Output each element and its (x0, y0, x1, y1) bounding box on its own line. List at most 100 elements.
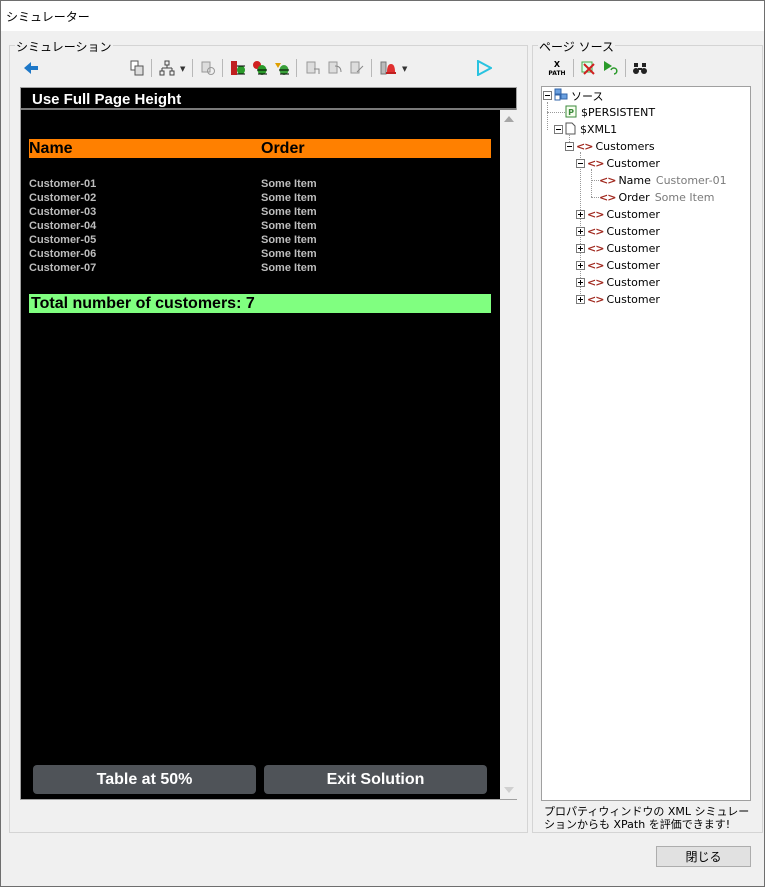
cell-name: Customer-01 (29, 178, 97, 190)
cell-name: Customer-06 (29, 248, 97, 260)
refresh-disabled-icon[interactable] (199, 59, 217, 77)
cell-order: Some Item (261, 248, 317, 260)
tree-connector (591, 180, 599, 181)
collapse-icon[interactable] (554, 125, 563, 134)
tree-node-persistent[interactable]: P $PERSISTENT (565, 105, 655, 120)
customer-table: Customer-01 Some Item Customer-02 Some Ite… (29, 178, 491, 276)
tree-node-customer[interactable]: <> Customer (576, 224, 660, 239)
simulator-screen: Use Full Page Height Name Order Customer… (20, 87, 517, 800)
step-out-icon[interactable] (348, 59, 366, 77)
tree-label: Customer (606, 242, 660, 255)
toolbar-separator (371, 59, 372, 77)
expand-icon[interactable] (576, 210, 585, 219)
tree-node-customer-expanded[interactable]: <> Customer (576, 156, 660, 171)
tree-label: Customer (606, 225, 660, 238)
tree-label: Customer (606, 276, 660, 289)
source-root-icon (554, 88, 568, 104)
page-source-group-label: ページ ソース (538, 38, 615, 55)
table-at-50-button[interactable]: Table at 50% (33, 765, 256, 794)
expand-icon[interactable] (576, 295, 585, 304)
tree-node-name[interactable]: <> Name Customer-01 (599, 173, 727, 188)
tree-node-customer[interactable]: <> Customer (576, 241, 660, 256)
element-icon: <> (576, 140, 593, 153)
toolbar-separator (625, 59, 626, 77)
step-over-icon[interactable] (326, 59, 344, 77)
column-header-order: Order (261, 140, 305, 157)
source-tree[interactable]: ソース P $PERSISTENT $XML1 <> Customers <> … (541, 86, 751, 801)
tree-node-order[interactable]: <> Order Some Item (599, 190, 714, 205)
persistent-tree-icon: P (565, 105, 577, 121)
binoculars-icon[interactable] (631, 59, 649, 77)
tree-label: Customer (606, 208, 660, 221)
play-icon[interactable] (475, 59, 493, 77)
tree-node-customer[interactable]: <> Customer (576, 275, 660, 290)
tree-label: $PERSISTENT (581, 106, 656, 119)
bug-breakpoint-icon[interactable] (251, 59, 269, 77)
bug-step-icon[interactable] (273, 59, 291, 77)
scroll-up-icon[interactable] (504, 116, 514, 122)
table-row: Customer-02 Some Item (29, 192, 491, 206)
toolbar-separator (192, 59, 193, 77)
tree-label: Customer (606, 293, 660, 306)
expand-icon[interactable] (576, 244, 585, 253)
tree-node-customer[interactable]: <> Customer (576, 258, 660, 273)
step-into-icon[interactable] (304, 59, 322, 77)
device-switch-icon[interactable] (128, 59, 146, 77)
vertical-scrollbar[interactable] (500, 110, 517, 799)
element-icon: <> (599, 191, 616, 204)
svg-text:X: X (554, 60, 561, 69)
expand-icon[interactable] (576, 227, 585, 236)
simulator-window: シミュレーター シミュレーション ▼ ▼ Use Full Page Heigh… (0, 0, 765, 887)
hierarchy-icon[interactable] (158, 59, 176, 77)
collapse-icon[interactable] (565, 142, 574, 151)
cell-name: Customer-02 (29, 192, 97, 204)
xpath-icon[interactable]: X PATH (547, 59, 567, 77)
cell-order: Some Item (261, 262, 317, 274)
window-title: シミュレーター (6, 10, 90, 24)
scroll-down-icon[interactable] (504, 787, 514, 793)
table-row: Customer-04 Some Item (29, 220, 491, 234)
cell-name: Customer-05 (29, 234, 97, 246)
back-arrow-icon[interactable] (22, 59, 40, 77)
table-row: Customer-05 Some Item (29, 234, 491, 248)
expand-icon[interactable] (576, 261, 585, 270)
tree-node-source[interactable]: ソース (543, 88, 603, 103)
cell-order: Some Item (261, 192, 317, 204)
toolbar-separator (573, 59, 574, 77)
tree-node-xml1[interactable]: $XML1 (554, 122, 617, 137)
evaluate-xpath-icon[interactable] (601, 59, 619, 77)
element-icon: <> (587, 157, 604, 170)
tree-label: Name (618, 174, 651, 187)
bell-icon[interactable] (379, 59, 397, 77)
element-icon: <> (587, 208, 604, 221)
svg-text:PATH: PATH (548, 70, 565, 77)
page-source-toolbar: X PATH (541, 56, 751, 82)
chevron-down-icon[interactable]: ▼ (402, 65, 407, 73)
toolbar-separator (222, 59, 223, 77)
collapse-icon[interactable] (543, 91, 552, 100)
tree-label: Order (618, 191, 650, 204)
clear-xpath-icon[interactable] (579, 59, 597, 77)
document-icon (565, 122, 576, 138)
collapse-icon[interactable] (576, 159, 585, 168)
chevron-down-icon[interactable]: ▼ (180, 65, 185, 73)
tree-connector (591, 169, 592, 197)
table-row: Customer-03 Some Item (29, 206, 491, 220)
element-icon: <> (587, 276, 604, 289)
tree-node-customers[interactable]: <> Customers (565, 139, 655, 154)
tree-label: Customer (606, 259, 660, 272)
svg-text:P: P (568, 108, 574, 117)
tree-node-customer[interactable]: <> Customer (576, 292, 660, 307)
tree-connector (547, 112, 565, 113)
tree-label: Customer (606, 157, 660, 170)
cell-order: Some Item (261, 206, 317, 218)
element-icon: <> (587, 225, 604, 238)
tree-value: Customer-01 (655, 174, 727, 187)
bug-stop-icon[interactable] (229, 59, 247, 77)
close-button[interactable]: 閉じる (656, 846, 751, 867)
exit-solution-button[interactable]: Exit Solution (264, 765, 487, 794)
tree-node-customer[interactable]: <> Customer (576, 207, 660, 222)
tree-label: Customers (595, 140, 655, 153)
expand-icon[interactable] (576, 278, 585, 287)
cell-name: Customer-04 (29, 220, 97, 232)
